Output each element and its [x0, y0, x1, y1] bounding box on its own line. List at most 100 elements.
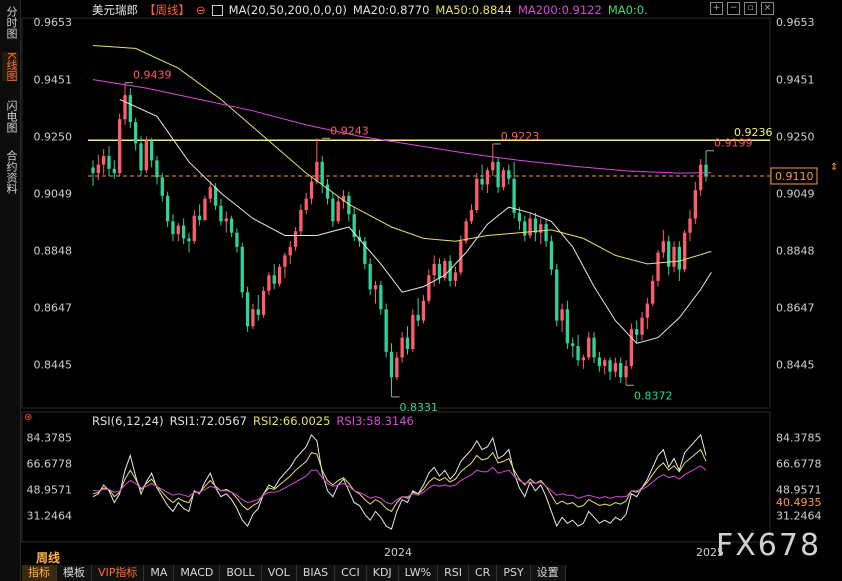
candle-body: [293, 231, 298, 247]
candle-body: [645, 303, 650, 318]
candle-body: [235, 232, 239, 247]
ma20-value: MA20:0.8770: [352, 3, 430, 17]
rsi-line-rsi3: [93, 465, 707, 505]
rsi-line-rsi2: [92, 448, 707, 513]
candle-body: [315, 161, 319, 182]
ma-line-ma200: [92, 79, 712, 174]
candle-body: [213, 187, 218, 206]
toolbar-item-8[interactable]: CCI: [335, 565, 367, 581]
candle-body: [496, 161, 500, 188]
candle-body: [507, 170, 511, 179]
toolbar-item-4[interactable]: MACD: [174, 565, 221, 581]
candle-body: [117, 119, 122, 174]
candle-body: [523, 221, 527, 236]
candle-body: [485, 170, 490, 185]
candle-body: [464, 221, 468, 242]
candle-body: [320, 161, 324, 185]
y-tick-right: 0.9451: [776, 73, 815, 86]
candle-body: [171, 221, 175, 235]
toolbar-item-10[interactable]: LW%: [398, 565, 439, 581]
y-tick-left: 0.9451: [34, 73, 73, 86]
toolbar-item-11[interactable]: RSI: [438, 565, 469, 581]
add-icon[interactable]: +: [710, 2, 723, 15]
x-label-2024: 2024: [384, 546, 412, 559]
candle-body: [549, 241, 554, 270]
price-annotation: 0.9243: [330, 124, 369, 137]
toolbar-item-6[interactable]: VOL: [261, 565, 297, 581]
ma0-value: MA0:0.: [607, 3, 648, 17]
candle-body: [699, 164, 703, 191]
y-tick-left: 0.8445: [34, 359, 73, 372]
candle-body: [192, 215, 196, 242]
toolbar-item-1[interactable]: 模板: [57, 565, 92, 581]
candle-body: [336, 201, 340, 222]
toolbar-item-7[interactable]: BIAS: [296, 565, 336, 581]
rsi-y-tick-left: 84.3785: [27, 431, 73, 444]
candle-body: [203, 198, 207, 220]
candle-body: [432, 263, 436, 276]
candle-body: [437, 263, 442, 279]
candle-body: [181, 225, 186, 239]
rsi-y-tick-left: 48.9571: [27, 483, 73, 496]
candle-body: [544, 224, 548, 242]
candle-body: [251, 309, 255, 327]
y-tick-right: 0.9653: [776, 16, 815, 29]
ma200-value: MA200:0.9122: [517, 3, 602, 17]
rsi-marker-label: 40.4935: [776, 496, 822, 509]
tab-kline[interactable]: K线图: [2, 52, 18, 82]
candle-body: [480, 178, 484, 185]
candle-body: [91, 167, 95, 174]
candle-body: [368, 263, 372, 290]
candle-body: [229, 218, 234, 233]
candle-body: [453, 272, 458, 281]
candle-body: [379, 285, 383, 310]
rsi2-value: RSI2:66.0025: [253, 414, 331, 428]
minus-icon[interactable]: −: [727, 2, 740, 15]
candle-body: [581, 357, 586, 361]
toolbar-item-13[interactable]: PSY: [497, 565, 531, 581]
toolbar-item-5[interactable]: BOLL: [220, 565, 262, 581]
toolbar-item-0[interactable]: 指标: [22, 565, 57, 581]
restore-icon[interactable]: ▫: [744, 2, 757, 15]
chart-header: 美元瑞郎 【周线】 ⊖ MA(20,50,200,0,0,0) MA20:0.8…: [92, 2, 648, 18]
price-chart[interactable]: 0.9653 0.9653 0.9451 0.9451 0.9250 0.9250 0.90…: [0, 0, 842, 581]
tab-flash-chart[interactable]: 闪电图: [2, 100, 18, 133]
rsi-y-tick-left: 31.2464: [27, 509, 73, 522]
candle-body: [693, 190, 697, 219]
toolbar-item-9[interactable]: KDJ: [366, 565, 399, 581]
toolbar-item-14[interactable]: 设置: [530, 565, 566, 581]
y-tick-left: 0.8647: [34, 301, 73, 314]
candle-body: [240, 246, 244, 293]
tab-time-sharing[interactable]: 分时图: [2, 6, 18, 39]
period-selector[interactable]: 【周线】: [144, 2, 190, 18]
candle-body: [309, 181, 314, 199]
candle-body: [677, 246, 682, 270]
candle-body: [272, 275, 276, 284]
candle-body: [640, 317, 644, 335]
candle-body: [592, 337, 596, 358]
sidebar: 分时图 K线图 闪电图 合约资料: [0, 0, 21, 581]
candle-body: [261, 290, 266, 315]
tab-contract-info[interactable]: 合约资料: [2, 150, 18, 194]
ma-line-ma50: [92, 45, 712, 265]
ma-line-ma20: [119, 98, 712, 344]
candle-body: [704, 164, 708, 176]
candle-body: [133, 122, 138, 144]
candle-body: [96, 164, 100, 174]
candle-body: [208, 187, 212, 199]
toolbar-item-12[interactable]: CR: [469, 565, 498, 581]
candle-body: [688, 218, 692, 233]
candle-body: [416, 314, 420, 321]
current-price-label: 0.9110: [775, 170, 814, 183]
y-tick-left: 0.9250: [34, 130, 73, 143]
ma-toggle-icon[interactable]: [211, 4, 223, 16]
toolbar-item-2[interactable]: VIP指标: [92, 565, 145, 581]
candle-body: [619, 363, 623, 378]
rsi-line-rsi1: [92, 433, 707, 530]
close-icon[interactable]: ×: [761, 2, 774, 15]
candle-body: [139, 143, 143, 171]
candle-body: [603, 360, 607, 366]
settings-icon[interactable]: ⊖: [196, 3, 206, 17]
toolbar-item-3[interactable]: MA: [144, 565, 175, 581]
candle-body: [411, 314, 415, 349]
